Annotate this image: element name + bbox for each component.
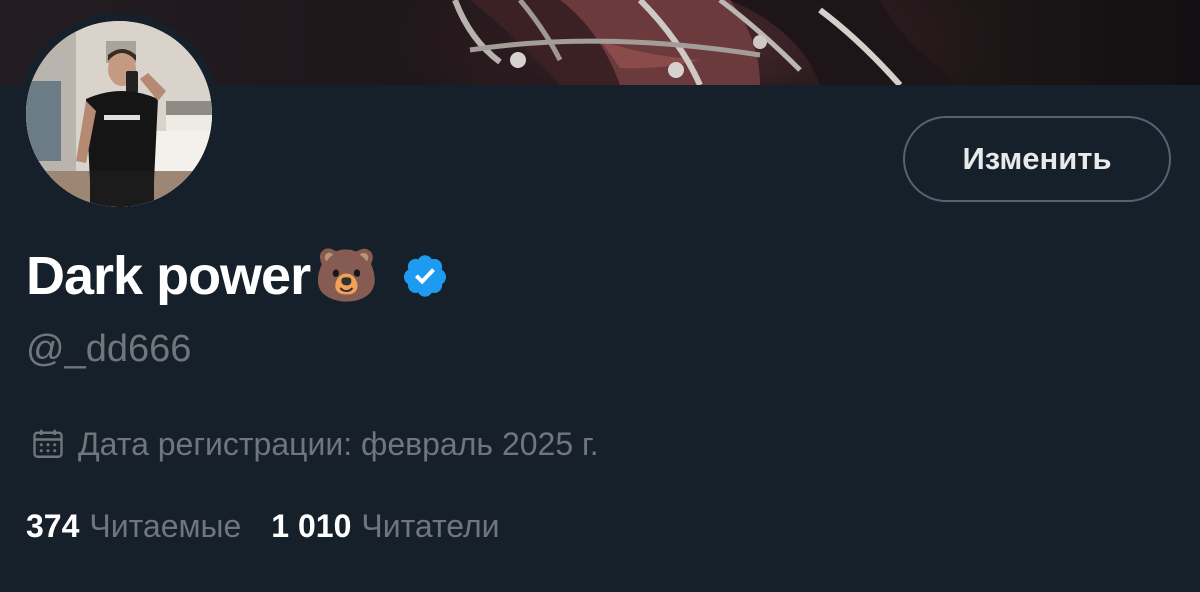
following-count: 374 xyxy=(26,507,80,544)
followers-link[interactable]: 1 010 Читатели xyxy=(271,508,499,545)
following-link[interactable]: 374 Читаемые xyxy=(26,508,241,545)
verified-badge-icon[interactable] xyxy=(401,252,449,300)
followers-label: Читатели xyxy=(361,507,500,544)
calendar-icon xyxy=(30,426,66,462)
name-row: Dark power 🐻 xyxy=(26,240,449,312)
join-date: Дата регистрации: февраль 2025 г. xyxy=(30,420,599,468)
avatar[interactable] xyxy=(18,13,220,215)
profile-page: Изменить Dark power 🐻 @_dd666 Дата регис… xyxy=(0,0,1200,592)
edit-profile-button[interactable]: Изменить xyxy=(903,116,1171,202)
user-handle: @_dd666 xyxy=(26,328,192,370)
display-name: Dark power xyxy=(26,246,311,306)
followers-count: 1 010 xyxy=(271,507,352,544)
follow-stats: 374 Читаемые 1 010 Читатели xyxy=(26,502,500,550)
following-label: Читаемые xyxy=(89,507,242,544)
avatar-image xyxy=(26,21,212,207)
bear-emoji: 🐻 xyxy=(314,246,379,306)
join-date-text: Дата регистрации: февраль 2025 г. xyxy=(78,425,599,462)
